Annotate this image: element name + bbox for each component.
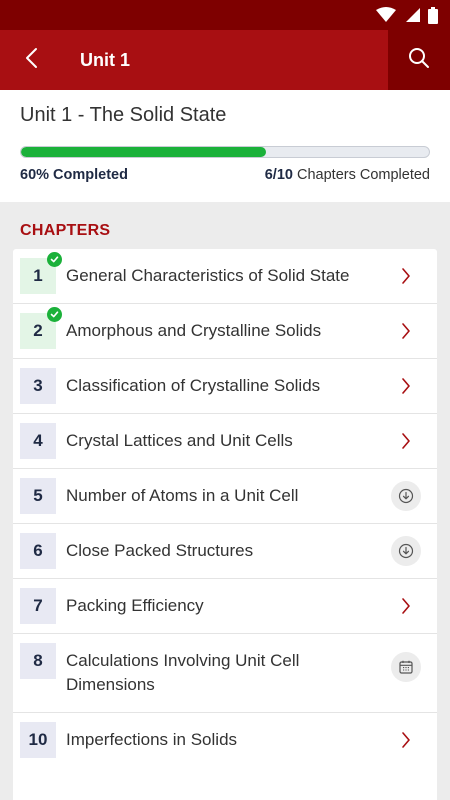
- chapter-list: 1 General Characteristics of Solid State…: [13, 249, 437, 800]
- page-title: Unit 1: [80, 49, 131, 70]
- percent-completed: 60% Completed: [20, 167, 128, 183]
- chapter-number: 3: [20, 368, 56, 404]
- back-button[interactable]: [0, 30, 64, 90]
- progress-card: Unit 1 - The Solid State 60% Completed 6…: [0, 90, 450, 202]
- chapter-number: 7: [20, 588, 56, 624]
- section-title: CHAPTERS: [20, 222, 111, 239]
- progress-bar: [20, 146, 430, 158]
- chapter-row[interactable]: 7 Packing Efficiency: [13, 579, 437, 634]
- signal-icon: [404, 7, 420, 23]
- chapter-number: 5: [20, 478, 56, 514]
- chapter-row[interactable]: 5 Number of Atoms in a Unit Cell: [13, 469, 437, 524]
- completed-check-icon: [47, 252, 62, 267]
- chapter-row[interactable]: 1 General Characteristics of Solid State: [13, 249, 437, 304]
- chapter-row[interactable]: 2 Amorphous and Crystalline Solids: [13, 304, 437, 359]
- app-bar: Unit 1: [0, 30, 450, 90]
- unit-title: Unit 1 - The Solid State: [20, 104, 227, 126]
- chevron-right-icon[interactable]: [391, 316, 421, 346]
- chapter-row[interactable]: 4 Crystal Lattices and Unit Cells: [13, 414, 437, 469]
- chapter-title: Imperfections in Solids: [66, 730, 238, 749]
- download-icon[interactable]: [391, 536, 421, 566]
- chapter-row[interactable]: 10 Imperfections in Solids: [13, 713, 437, 768]
- chapter-title: Number of Atoms in a Unit Cell: [66, 486, 299, 505]
- chevron-right-icon[interactable]: [391, 371, 421, 401]
- battery-icon: [428, 6, 438, 24]
- chapter-title: Amorphous and Crystalline Solids: [66, 321, 322, 340]
- chevron-right-icon[interactable]: [391, 261, 421, 291]
- chevron-right-icon[interactable]: [391, 725, 421, 755]
- chapter-title: Crystal Lattices and Unit Cells: [66, 431, 293, 450]
- chapter-number: 8: [20, 643, 56, 679]
- chapter-title: Packing Efficiency: [66, 596, 204, 615]
- calendar-icon[interactable]: [391, 652, 421, 682]
- chapters-completed: 6/10 Chapters Completed: [265, 167, 430, 183]
- search-icon: [408, 47, 430, 74]
- chapter-number: 10: [20, 722, 56, 758]
- chapter-title: Classification of Crystalline Solids: [66, 376, 321, 395]
- chapter-row[interactable]: 3 Classification of Crystalline Solids: [13, 359, 437, 414]
- chapter-title: Calculations Involving Unit Cell Dimensi…: [66, 651, 300, 694]
- status-bar: [0, 0, 450, 30]
- chapter-number: 6: [20, 533, 56, 569]
- chevron-right-icon[interactable]: [391, 591, 421, 621]
- chapter-row[interactable]: 8 Calculations Involving Unit Cell Dimen…: [13, 634, 437, 713]
- progress-fill: [21, 147, 266, 157]
- chapter-row[interactable]: 6 Close Packed Structures: [13, 524, 437, 579]
- chapter-title: General Characteristics of Solid State: [66, 266, 350, 285]
- chapter-title: Close Packed Structures: [66, 541, 254, 560]
- completed-check-icon: [47, 307, 62, 322]
- content-area: CHAPTERS 1 General Characteristics of So…: [0, 202, 450, 800]
- chevron-left-icon: [25, 47, 39, 74]
- chevron-right-icon[interactable]: [391, 426, 421, 456]
- chapter-number: 4: [20, 423, 56, 459]
- chapters-count: 6/10: [264, 167, 293, 183]
- search-button[interactable]: [388, 30, 450, 90]
- download-icon[interactable]: [391, 481, 421, 511]
- chapters-completed-label: Chapters Completed: [297, 167, 430, 183]
- wifi-icon: [376, 7, 396, 23]
